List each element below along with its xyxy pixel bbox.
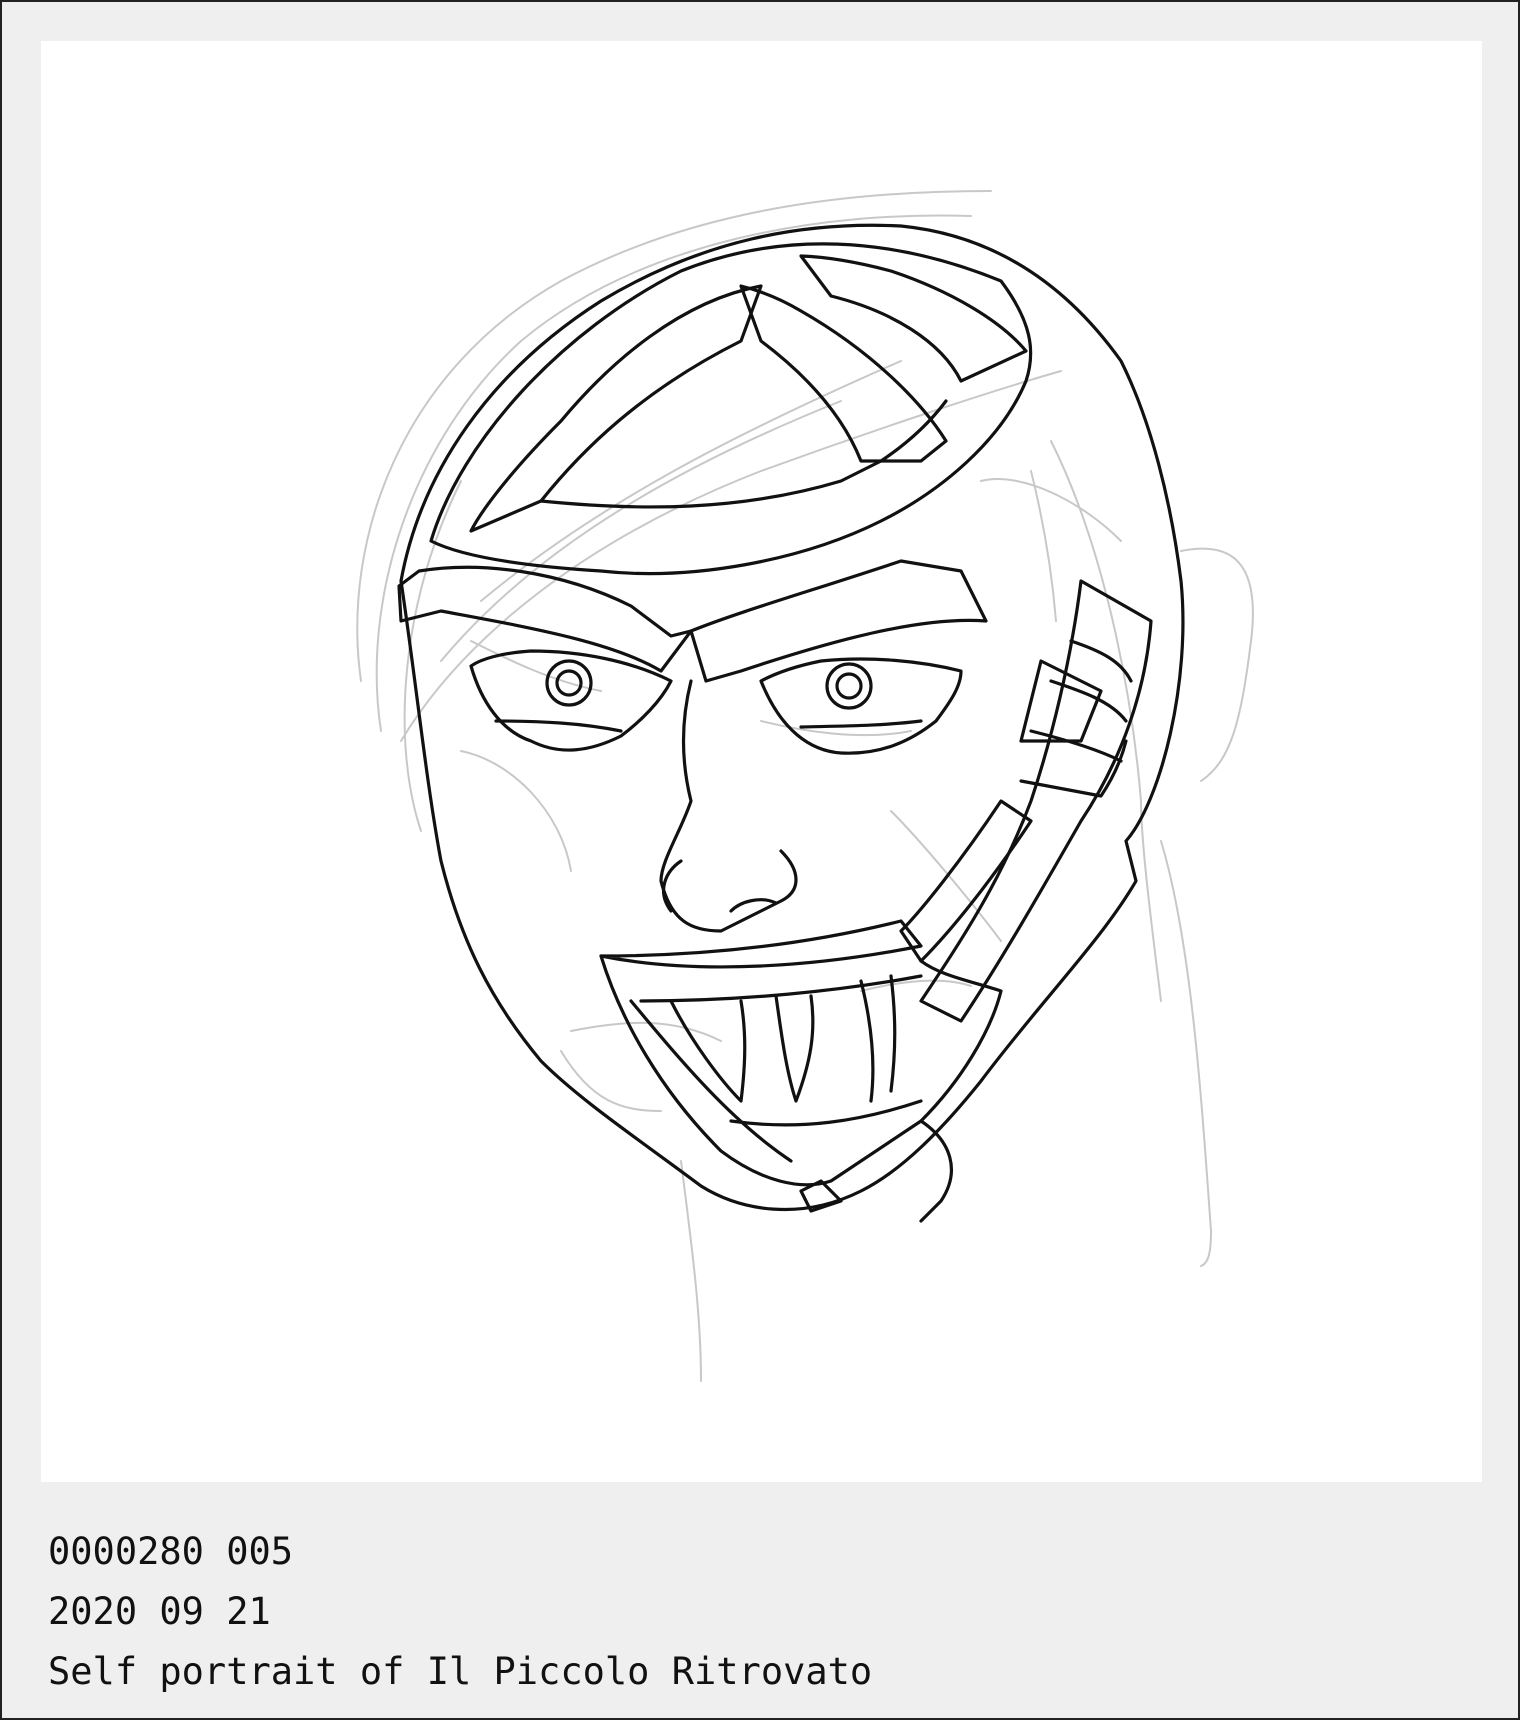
artwork-date: 2020 09 21 bbox=[48, 1590, 271, 1633]
portrait-drawing bbox=[356, 190, 1254, 1382]
artwork-canvas bbox=[41, 41, 1482, 1482]
artwork-title: Self portrait of Il Piccolo Ritrovato bbox=[48, 1650, 873, 1693]
portrait-card: 0000280 005 2020 09 21 Self portrait of … bbox=[0, 0, 1520, 1720]
catalog-number: 0000280 005 bbox=[48, 1530, 294, 1573]
ink-lines bbox=[397, 223, 1185, 1223]
caption-block: 0000280 005 2020 09 21 Self portrait of … bbox=[48, 1522, 872, 1702]
